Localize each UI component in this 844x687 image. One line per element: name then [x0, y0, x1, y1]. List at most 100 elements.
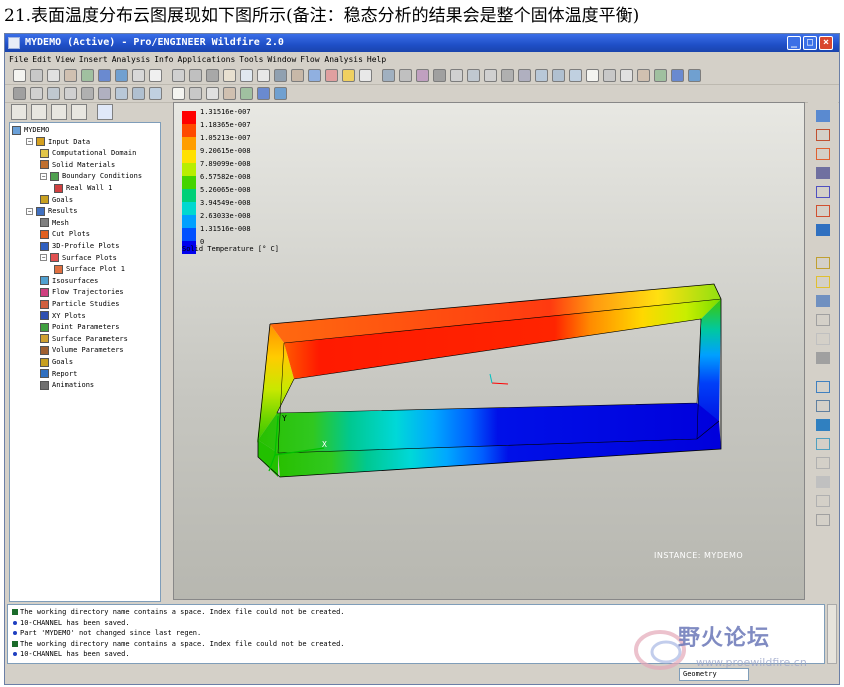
toolbar-tool-icon[interactable]	[603, 69, 616, 82]
toolbar-tool-icon[interactable]	[189, 87, 202, 100]
tree-item[interactable]: Solid Materials	[40, 160, 115, 171]
toolbar-tool-icon[interactable]	[115, 87, 128, 100]
toolbar-tool-icon[interactable]	[467, 69, 480, 82]
tree-item[interactable]: Isosurfaces	[40, 276, 98, 287]
toolbar-tool-icon[interactable]	[47, 69, 60, 82]
graphics-viewport[interactable]: X Y 1.31516e-007 1.18365e-007 1.05213e-007…	[173, 102, 805, 600]
folder-browser-tab-icon[interactable]	[31, 104, 47, 120]
toolbar-tool-icon[interactable]	[620, 69, 633, 82]
toolbar-tool-icon[interactable]	[172, 87, 185, 100]
sketch-tool-icon[interactable]	[816, 257, 830, 269]
tree-item[interactable]: − Surface Plots	[40, 253, 117, 264]
toolbar-tool-icon[interactable]	[132, 69, 145, 82]
toolbar-tool-icon[interactable]	[149, 87, 162, 100]
toolbar-tool-icon[interactable]	[382, 69, 395, 82]
tree-item[interactable]: Computational Domain	[40, 148, 136, 159]
tree-expander-icon[interactable]: −	[26, 207, 33, 215]
sketch-tool-icon[interactable]	[816, 514, 830, 526]
toolbar-tool-icon[interactable]	[240, 87, 253, 100]
minimize-button[interactable]: _	[787, 36, 801, 50]
message-scrollbar[interactable]	[827, 604, 837, 664]
title-bar[interactable]: MYDEMO (Active) - Pro/ENGINEER Wildfire …	[5, 34, 839, 52]
toolbar-tool-icon[interactable]	[47, 87, 60, 100]
sketch-tool-icon[interactable]	[816, 333, 830, 345]
toolbar-tool-icon[interactable]	[13, 69, 26, 82]
toolbar-tool-icon[interactable]	[535, 69, 548, 82]
maximize-button[interactable]: □	[803, 36, 817, 50]
menu-insert[interactable]: Insert	[79, 52, 108, 67]
toolbar-tool-icon[interactable]	[688, 69, 701, 82]
sketch-tool-icon[interactable]	[816, 381, 830, 393]
toolbar-tool-icon[interactable]	[399, 69, 412, 82]
toolbar-tool-icon[interactable]	[274, 87, 287, 100]
tree-item[interactable]: Surface Parameters	[40, 334, 128, 345]
menu-info[interactable]: Info	[154, 52, 173, 67]
toolbar-tool-icon[interactable]	[274, 69, 287, 82]
toolbar-tool-icon[interactable]	[257, 87, 270, 100]
tree-item[interactable]: Animations	[40, 380, 94, 391]
toolbar-tool-icon[interactable]	[240, 69, 253, 82]
flow-analysis-tab-icon[interactable]	[97, 104, 113, 120]
toolbar-tool-icon[interactable]	[30, 87, 43, 100]
toolbar-tool-icon[interactable]	[569, 69, 582, 82]
menu-view[interactable]: View	[56, 52, 75, 67]
sketch-tool-icon[interactable]	[816, 224, 830, 236]
tree-item[interactable]: MYDEMO	[12, 125, 49, 136]
tree-item[interactable]: Surface Plot 1	[54, 264, 125, 275]
tree-item[interactable]: Volume Parameters	[40, 345, 124, 356]
toolbar-tool-icon[interactable]	[671, 69, 684, 82]
tree-item[interactable]: Goals	[40, 195, 73, 206]
toolbar-tool-icon[interactable]	[359, 69, 372, 82]
menu-edit[interactable]: Edit	[32, 52, 51, 67]
menu-analysis[interactable]: Analysis	[112, 52, 151, 67]
tree-item[interactable]: Mesh	[40, 218, 69, 229]
close-button[interactable]: ×	[819, 36, 833, 50]
toolbar-tool-icon[interactable]	[654, 69, 667, 82]
sketch-tool-icon[interactable]	[816, 457, 830, 469]
toolbar-tool-icon[interactable]	[416, 69, 429, 82]
layers-tab-icon[interactable]	[71, 104, 87, 120]
toolbar-tool-icon[interactable]	[172, 69, 185, 82]
sketch-tool-icon[interactable]	[816, 295, 830, 307]
tree-item[interactable]: Report	[40, 369, 77, 380]
selection-filter-select[interactable]: Geometry	[679, 668, 749, 681]
toolbar-tool-icon[interactable]	[501, 69, 514, 82]
toolbar-tool-icon[interactable]	[149, 69, 162, 82]
toolbar-tool-icon[interactable]	[308, 69, 321, 82]
toolbar-tool-icon[interactable]	[64, 87, 77, 100]
toolbar-tool-icon[interactable]	[206, 87, 219, 100]
favorites-tab-icon[interactable]	[51, 104, 67, 120]
toolbar-tool-icon[interactable]	[189, 69, 202, 82]
sketch-tool-icon[interactable]	[816, 110, 830, 122]
toolbar-tool-icon[interactable]	[64, 69, 77, 82]
sketch-tool-icon[interactable]	[816, 148, 830, 160]
menu-file[interactable]: File	[9, 52, 28, 67]
toolbar-tool-icon[interactable]	[450, 69, 463, 82]
toolbar-tool-icon[interactable]	[586, 69, 599, 82]
sketch-tool-icon[interactable]	[816, 400, 830, 412]
toolbar-tool-icon[interactable]	[81, 87, 94, 100]
sketch-tool-icon[interactable]	[816, 419, 830, 431]
toolbar-tool-icon[interactable]	[342, 69, 355, 82]
toolbar-tool-icon[interactable]	[552, 69, 565, 82]
toolbar-tool-icon[interactable]	[257, 69, 270, 82]
sketch-tool-icon[interactable]	[816, 205, 830, 217]
toolbar-tool-icon[interactable]	[13, 87, 26, 100]
sketch-tool-icon[interactable]	[816, 352, 830, 364]
toolbar-tool-icon[interactable]	[98, 69, 111, 82]
sketch-tool-icon[interactable]	[816, 276, 830, 288]
menu-applications[interactable]: Applications	[178, 52, 236, 67]
sketch-tool-icon[interactable]	[816, 495, 830, 507]
toolbar-tool-icon[interactable]	[518, 69, 531, 82]
sketch-tool-icon[interactable]	[816, 167, 830, 179]
toolbar-tool-icon[interactable]	[484, 69, 497, 82]
toolbar-tool-icon[interactable]	[433, 69, 446, 82]
tree-expander-icon[interactable]: −	[40, 254, 47, 262]
tree-item[interactable]: − Boundary Conditions	[40, 171, 142, 182]
menu-help[interactable]: Help	[367, 52, 386, 67]
toolbar-tool-icon[interactable]	[223, 87, 236, 100]
toolbar-tool-icon[interactable]	[291, 69, 304, 82]
tree-item[interactable]: 3D-Profile Plots	[40, 241, 119, 252]
sketch-tool-icon[interactable]	[816, 186, 830, 198]
tree-expander-icon[interactable]: −	[26, 138, 33, 146]
